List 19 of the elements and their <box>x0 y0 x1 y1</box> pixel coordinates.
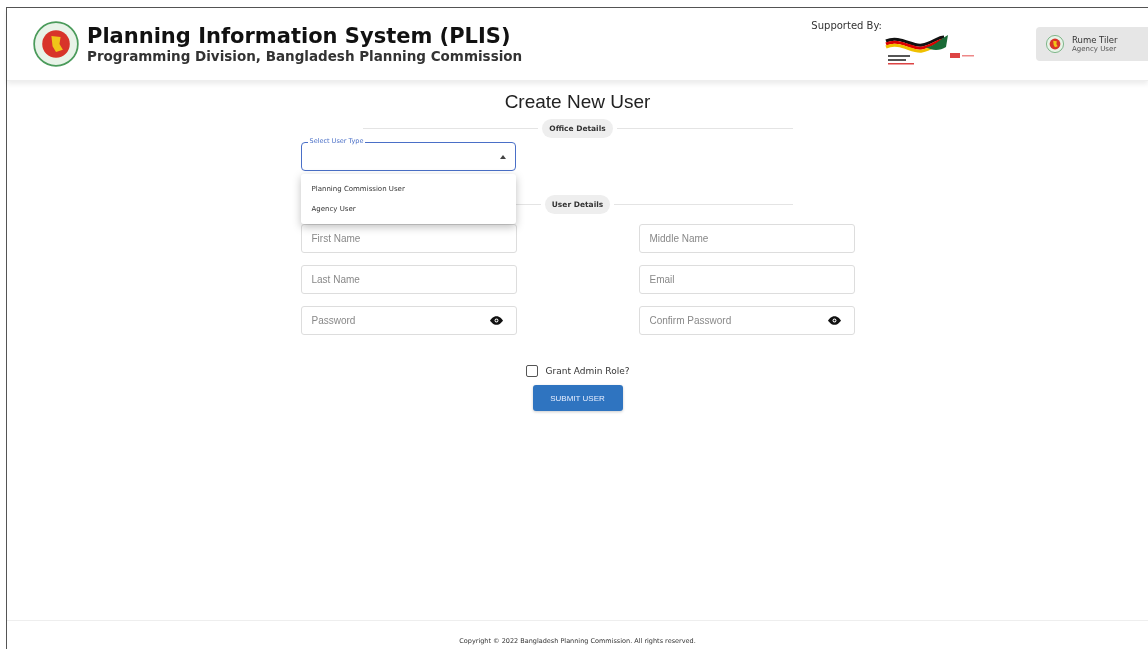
input-field[interactable]: First Name <box>300 224 517 253</box>
emblem-logo-icon <box>33 21 79 67</box>
eye-icon[interactable] <box>489 316 503 325</box>
app-title: Planning Information System (PLIS) <box>87 24 512 48</box>
supported-by-label: Supported By: <box>811 20 882 31</box>
input-field[interactable]: Email <box>638 265 855 294</box>
eye-icon[interactable] <box>827 316 841 325</box>
page-title: Create New User <box>504 91 651 113</box>
submit-button[interactable]: SUBMIT USER <box>532 385 623 411</box>
checkbox-label: Grant Admin Role? <box>545 366 630 376</box>
caret-up-icon <box>499 154 506 159</box>
input-field[interactable]: Middle Name <box>638 224 855 253</box>
emblem-logo-icon <box>1046 35 1064 53</box>
user-name: Rume Tiler <box>1072 35 1118 45</box>
app-subtitle: Programming Division, Bangladesh Planning Commission <box>87 48 523 64</box>
input-field[interactable]: Last Name <box>300 265 517 294</box>
checkbox[interactable] <box>525 365 538 377</box>
password-field[interactable]: Password <box>300 306 517 335</box>
password-field[interactable]: Confirm Password <box>638 306 855 335</box>
